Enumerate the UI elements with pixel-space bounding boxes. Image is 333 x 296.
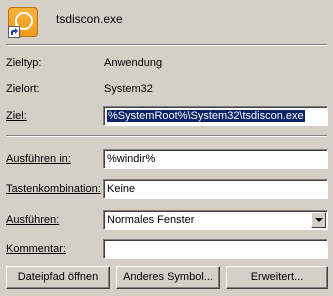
open-path-button[interactable]: Dateipfad öffnen: [6, 266, 110, 289]
workdir-field[interactable]: %windir%: [103, 149, 328, 169]
file-name: tsdiscon.exe: [56, 12, 123, 26]
separator-middle: [6, 135, 327, 137]
advanced-button[interactable]: Erweitert...: [226, 266, 328, 289]
app-icon: [8, 7, 38, 38]
hotkey-field[interactable]: Keine: [103, 179, 328, 199]
location-value: System32: [104, 83, 153, 95]
hotkey-label: Tastenkombination:: [6, 183, 101, 195]
run-select[interactable]: Normales Fenster: [103, 210, 328, 230]
location-label: Zielort:: [6, 83, 40, 95]
target-field[interactable]: %SystemRoot%\System32\tsdiscon.exe: [103, 106, 328, 126]
shortcut-arrow-icon: [8, 26, 20, 38]
chevron-down-icon[interactable]: [311, 212, 326, 228]
run-label: Ausführen:: [6, 214, 60, 226]
run-select-value: Normales Fenster: [107, 214, 195, 226]
target-value: %SystemRoot%\System32\tsdiscon.exe: [107, 110, 305, 122]
target-label: Ziel:: [6, 110, 27, 122]
change-icon-button[interactable]: Anderes Symbol...: [116, 266, 220, 289]
type-value: Anwendung: [104, 57, 163, 69]
comment-field[interactable]: [103, 239, 328, 259]
comment-label: Kommentar:: [6, 243, 66, 255]
type-label: Zieltyp:: [6, 57, 42, 69]
workdir-label: Ausführen in:: [6, 153, 71, 165]
separator-top: [6, 44, 327, 46]
